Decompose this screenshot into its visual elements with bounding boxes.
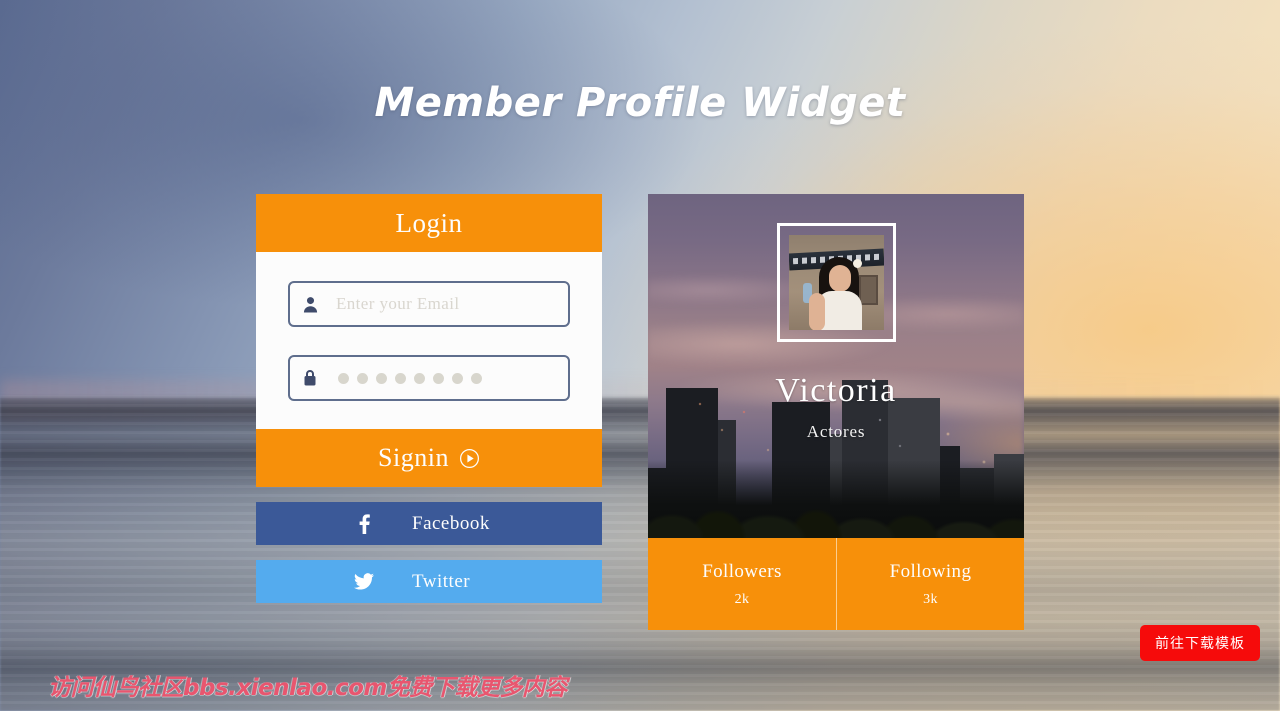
twitter-icon [354,573,374,590]
login-panel-header: Login [256,194,602,252]
profile-name: Victoria [775,372,897,409]
password-dot [395,372,406,384]
twitter-login-button[interactable]: Twitter [256,560,602,603]
login-form: Enter your Email [256,252,602,429]
page-title: Member Profile Widget [374,80,906,126]
avatar-frame [777,223,896,342]
signin-button[interactable]: Signin [256,429,602,487]
password-dot [357,372,368,384]
stat-followers[interactable]: Followers 2k [648,538,836,630]
signin-button-label: Signin [378,443,449,472]
background-sea-streaks [0,395,1280,711]
password-field[interactable] [288,355,570,401]
page-root: Member Profile Widget Login Enter your E… [0,0,1280,711]
twitter-label: Twitter [412,570,471,592]
stat-following-label: Following [889,560,972,582]
password-dot [414,372,425,384]
email-field[interactable]: Enter your Email [288,281,570,327]
password-dot [452,372,463,384]
user-icon [302,296,328,313]
password-dot [433,372,444,384]
profile-role: Actores [806,422,866,441]
download-template-button[interactable]: 前往下载模板 [1140,625,1260,661]
email-input-placeholder[interactable]: Enter your Email [328,294,459,314]
stat-following[interactable]: Following 3k [836,538,1024,630]
password-dot [338,372,349,384]
play-circle-icon [459,448,480,469]
password-dot [376,372,387,384]
facebook-login-button[interactable]: Facebook [256,502,602,545]
facebook-icon [354,513,374,534]
cover-trees [648,460,1024,538]
profile-stats: Followers 2k Following 3k [648,538,1024,630]
stat-following-value: 3k [923,591,938,607]
facebook-label: Facebook [412,512,490,534]
profile-cover-image: Victoria Actores [648,194,1024,538]
lock-icon [302,369,328,387]
site-watermark: 访问仙鸟社区bbs.xienlao.com免费下载更多内容 [48,675,567,701]
stat-followers-value: 2k [734,591,750,607]
stat-followers-label: Followers [702,560,782,582]
profile-card: Victoria Actores Followers 2k Following … [648,194,1024,630]
password-dot [471,372,482,384]
login-panel: Login Enter your Email Signin Facebook T… [256,194,602,603]
avatar [789,235,884,330]
password-masked-value[interactable] [328,372,482,384]
